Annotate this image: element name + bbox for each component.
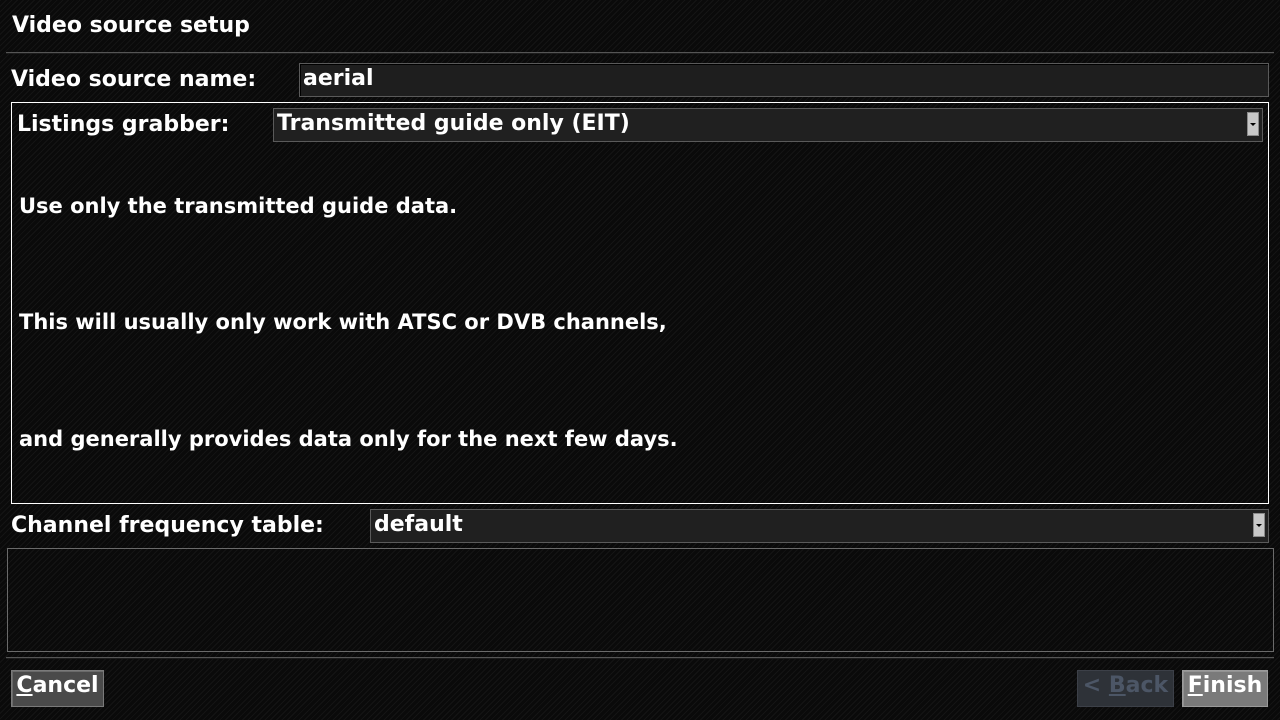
back-label: ack: [1125, 673, 1169, 698]
button-divider: [6, 657, 1274, 659]
chevron-down-icon[interactable]: [1253, 513, 1265, 537]
frequency-table-label: Channel frequency table:: [11, 513, 324, 538]
title-divider: [6, 52, 1274, 54]
cancel-label: ancel: [32, 673, 99, 698]
listings-grabber-select[interactable]: Transmitted guide only (EIT): [273, 108, 1263, 142]
empty-panel: [7, 548, 1274, 652]
cancel-button[interactable]: Cancel: [11, 670, 104, 707]
frequency-table-select[interactable]: default: [370, 509, 1269, 543]
finish-mnemonic: F: [1187, 673, 1203, 698]
grabber-description-line: Use only the transmitted guide data.: [19, 194, 458, 218]
source-name-value: aerial: [303, 66, 374, 91]
listings-grabber-value: Transmitted guide only (EIT): [277, 111, 630, 136]
finish-button[interactable]: Finish: [1182, 670, 1268, 707]
back-button[interactable]: < Back: [1077, 670, 1174, 707]
back-mnemonic: B: [1108, 673, 1126, 698]
back-prefix: <: [1082, 673, 1109, 698]
source-name-input[interactable]: aerial: [299, 63, 1269, 97]
source-name-label: Video source name:: [11, 67, 257, 92]
grabber-description-line: and generally provides data only for the…: [19, 427, 678, 451]
cancel-mnemonic: C: [16, 673, 33, 698]
frequency-table-value: default: [374, 512, 463, 537]
finish-label: inish: [1202, 673, 1263, 698]
listings-grabber-label: Listings grabber:: [17, 112, 230, 137]
grabber-description-line: This will usually only work with ATSC or…: [19, 310, 667, 334]
chevron-down-icon[interactable]: [1247, 112, 1259, 136]
window-title: Video source setup: [12, 13, 250, 38]
